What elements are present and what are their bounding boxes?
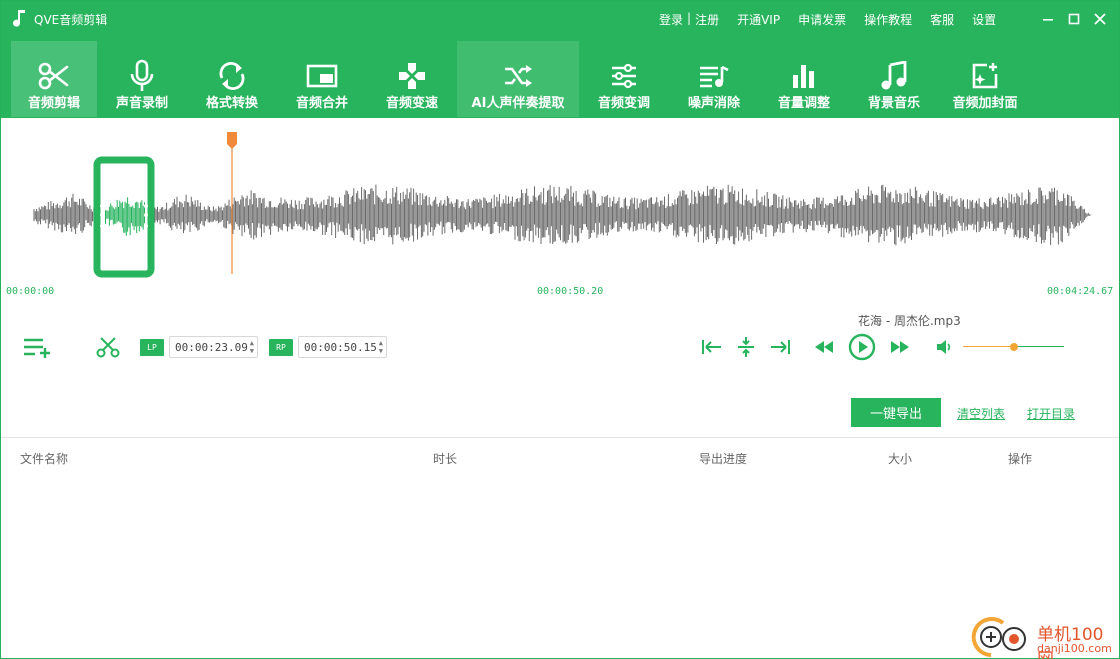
service-link[interactable]: 客服 [930,11,954,28]
rp-time-input[interactable]: 00:00:50.15 ▲ ▼ [298,336,387,358]
export-button[interactable]: 一键导出 [851,398,941,427]
current-song-name: 花海 - 周杰伦.mp3 [858,314,961,328]
scissors-icon[interactable] [96,336,120,358]
tool-noise-removal[interactable]: 噪声消除 [669,41,759,117]
tool-label: 音频剪辑 [27,96,80,111]
time-cursor: 00:00:50.20 [537,286,604,297]
selection-handle-dot[interactable] [100,224,104,228]
waveform-path [33,184,1092,246]
tool-label: 音频合并 [295,96,348,111]
microphone-icon [130,59,154,91]
column-file-name: 文件名称 [20,452,69,466]
tool-label: 音频加封面 [952,96,1018,111]
tool-audio-cut[interactable]: 音频剪辑 [11,41,97,117]
vip-link[interactable]: 开通VIP [737,11,780,28]
tool-record[interactable]: 声音录制 [97,41,187,117]
selection-handle-dot[interactable] [144,204,148,208]
scissors-icon [38,62,69,90]
tool-format-convert[interactable]: 格式转换 [187,41,277,117]
login-link[interactable]: 登录 [659,11,683,28]
app-title: QVE音频剪辑 [34,13,108,27]
time-start: 00:00:00 [6,286,55,297]
play-icon[interactable] [848,333,876,361]
tool-label: 音频变调 [597,96,650,111]
add-list-icon[interactable] [23,337,53,359]
waveform-panel[interactable]: 00:00:00 00:00:50.20 00:04:24.67 [1,118,1119,303]
tool-pitch[interactable]: 音频变调 [579,41,669,117]
jump-to-start-icon[interactable] [701,338,723,356]
invoice-link[interactable]: 申请发票 [798,11,846,28]
rp-tag: RP [269,339,293,356]
app-window: QVE音频剪辑 登录 | 注册 开通VIP 申请发票 操作教程 客服 设置 音频… [0,0,1120,659]
music-note-icon [13,10,25,27]
title-bar: QVE音频剪辑 登录 | 注册 开通VIP 申请发票 操作教程 客服 设置 [1,1,1119,37]
tool-label: 噪声消除 [687,96,740,111]
image-add-icon [972,63,998,89]
rewind-icon[interactable] [813,339,835,355]
tool-label: 声音录制 [115,96,168,111]
tool-label: 背景音乐 [867,96,920,111]
lp-time-value: 00:00:23.09 [175,341,248,354]
link-separator: | [687,11,692,25]
column-actions: 操作 [1008,452,1033,466]
tutorial-link[interactable]: 操作教程 [864,11,912,28]
column-duration: 时长 [433,452,458,466]
tool-label: AI人声伴奏提取 [471,96,565,111]
watermark-logo [971,617,1026,657]
watermark-url: danji100.com [1037,642,1112,655]
settings-link[interactable]: 设置 [972,11,996,28]
register-link[interactable]: 注册 [695,11,719,28]
playlist-icon [700,65,729,88]
tool-label: 音量调整 [777,96,830,111]
bars-icon [793,65,814,88]
fast-forward-icon[interactable] [889,339,911,355]
gamepad-icon [399,63,425,89]
music-note-icon [881,61,907,90]
rp-time-value: 00:00:50.15 [304,341,377,354]
volume-icon[interactable] [935,338,953,356]
header: QVE音频剪辑 登录 | 注册 开通VIP 申请发票 操作教程 客服 设置 音频… [1,1,1119,118]
tool-ai-vocal-extract[interactable]: AI人声伴奏提取 [457,41,579,117]
tool-label: 格式转换 [205,96,258,111]
open-directory-link[interactable]: 打开目录 [1027,405,1075,422]
volume-knob[interactable] [1009,343,1018,351]
waveform[interactable] [1,118,1119,303]
column-export-progress: 导出进度 [699,452,748,466]
center-marker-icon[interactable] [736,336,756,358]
tool-background-music[interactable]: 背景音乐 [849,41,939,117]
tool-add-cover[interactable]: 音频加封面 [939,41,1031,117]
selection-handle-dot[interactable] [144,224,148,228]
jump-to-end-icon[interactable] [769,338,791,356]
refresh-icon [219,62,245,90]
feature-toolbar: 音频剪辑 声音录制 格式转换 音频合并 音频变速 AI人声伴奏提取 音频变调 噪… [11,41,1031,117]
volume-level [963,346,1014,347]
tool-label: 音频变速 [385,96,438,111]
minimize-icon[interactable] [1039,10,1057,28]
column-size: 大小 [888,452,913,466]
spin-arrows-icon[interactable]: ▲ ▼ [379,339,383,355]
merge-icon [306,64,338,88]
maximize-icon[interactable] [1065,10,1083,28]
spin-arrows-icon[interactable]: ▲ ▼ [250,339,254,355]
tool-audio-merge[interactable]: 音频合并 [277,41,367,117]
selection-handle-dot[interactable] [100,204,104,208]
shuffle-icon [505,65,532,87]
lp-tag: LP [140,339,164,356]
top-links: 登录 | 注册 开通VIP 申请发票 操作教程 客服 设置 [659,11,1014,28]
clear-list-link[interactable]: 清空列表 [957,405,1005,422]
selection-handle-dot[interactable] [144,213,148,217]
equalizer-icon [612,63,636,89]
tool-audio-speed[interactable]: 音频变速 [367,41,457,117]
selection-handle-dot[interactable] [100,213,104,217]
divider [1,437,1119,438]
lp-time-input[interactable]: 00:00:23.09 ▲ ▼ [169,336,258,358]
time-end: 00:04:24.67 [1047,286,1114,297]
tool-volume-adjust[interactable]: 音量调整 [759,41,849,117]
playhead-handle[interactable] [227,132,237,149]
close-icon[interactable] [1091,10,1109,28]
